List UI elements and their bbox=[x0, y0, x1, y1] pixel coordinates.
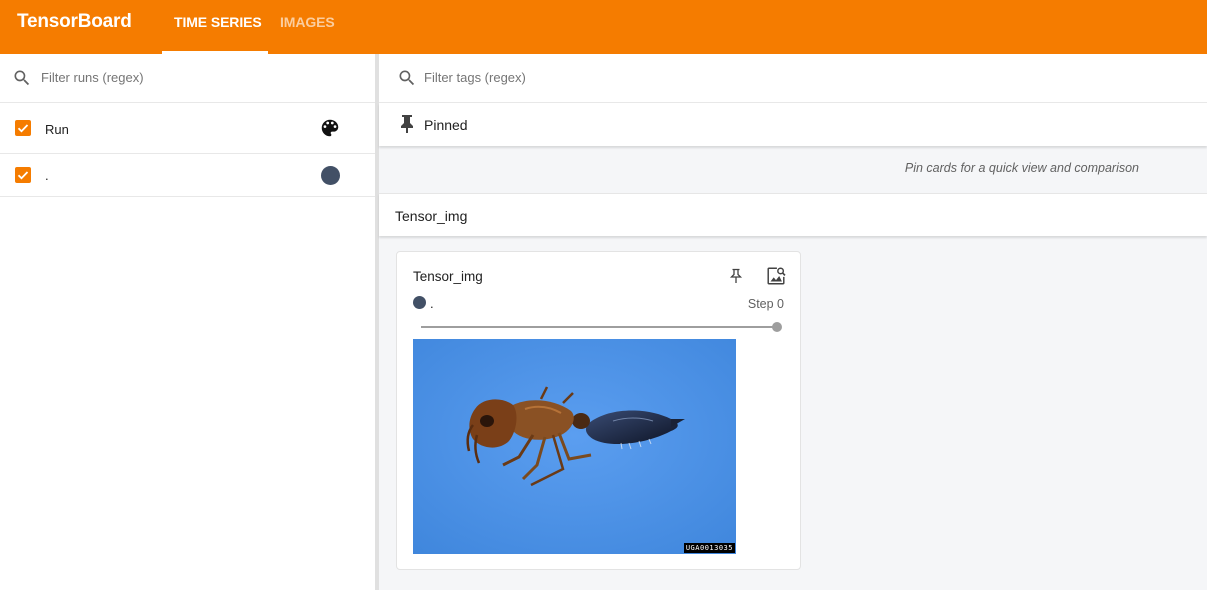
run-color-dot bbox=[413, 296, 426, 309]
app-title: TensorBoard bbox=[17, 11, 132, 32]
pinned-empty-hint: Pin cards for a quick view and compariso… bbox=[904, 161, 1139, 175]
pin-icon[interactable] bbox=[729, 268, 743, 284]
run-name: . bbox=[45, 168, 49, 183]
palette-icon[interactable] bbox=[319, 117, 341, 139]
run-column-label: Run bbox=[45, 122, 69, 137]
tab-images[interactable]: IMAGES bbox=[280, 14, 335, 30]
pin-icon bbox=[401, 115, 413, 133]
pinned-title: Pinned bbox=[424, 117, 468, 133]
runs-sidebar: Filter runs (regex) Run . bbox=[0, 54, 375, 590]
tags-filter-input[interactable]: Filter tags (regex) bbox=[424, 70, 526, 85]
run-select-all-checkbox[interactable] bbox=[15, 120, 31, 136]
pinned-section-header: Pinned bbox=[379, 103, 1207, 146]
step-slider-thumb[interactable] bbox=[772, 322, 782, 332]
card-run-name: . bbox=[430, 296, 434, 311]
runs-filter[interactable]: Filter runs (regex) bbox=[0, 54, 375, 103]
runs-filter-input[interactable]: Filter runs (regex) bbox=[41, 70, 144, 85]
top-app-bar: TensorBoard TIME SERIES IMAGES bbox=[0, 0, 1207, 54]
tag-group-title: Tensor_img bbox=[395, 208, 468, 224]
main-panel: Filter tags (regex) Pinned Pin cards for… bbox=[379, 54, 1207, 590]
search-icon bbox=[14, 70, 30, 86]
card-title: Tensor_img bbox=[413, 269, 483, 284]
tag-group-header[interactable]: Tensor_img bbox=[379, 193, 1207, 236]
ant-image bbox=[413, 339, 736, 554]
tab-time-series[interactable]: TIME SERIES bbox=[174, 14, 262, 30]
run-row-header: Run bbox=[0, 103, 375, 154]
run-row[interactable]: . bbox=[0, 154, 375, 197]
tensor-image[interactable]: UGA0013035 bbox=[413, 339, 736, 554]
run-checkbox[interactable] bbox=[15, 167, 31, 183]
search-icon bbox=[399, 70, 415, 86]
image-id-label: UGA0013035 bbox=[683, 543, 735, 553]
toggle-actual-size-icon[interactable] bbox=[765, 265, 787, 287]
step-slider[interactable] bbox=[421, 326, 777, 328]
step-label: Step 0 bbox=[747, 297, 784, 311]
run-color-swatch[interactable] bbox=[321, 166, 340, 185]
tags-filter[interactable]: Filter tags (regex) bbox=[379, 54, 1207, 103]
image-card: Tensor_img . Step 0 UGA0013035 bbox=[396, 251, 801, 570]
